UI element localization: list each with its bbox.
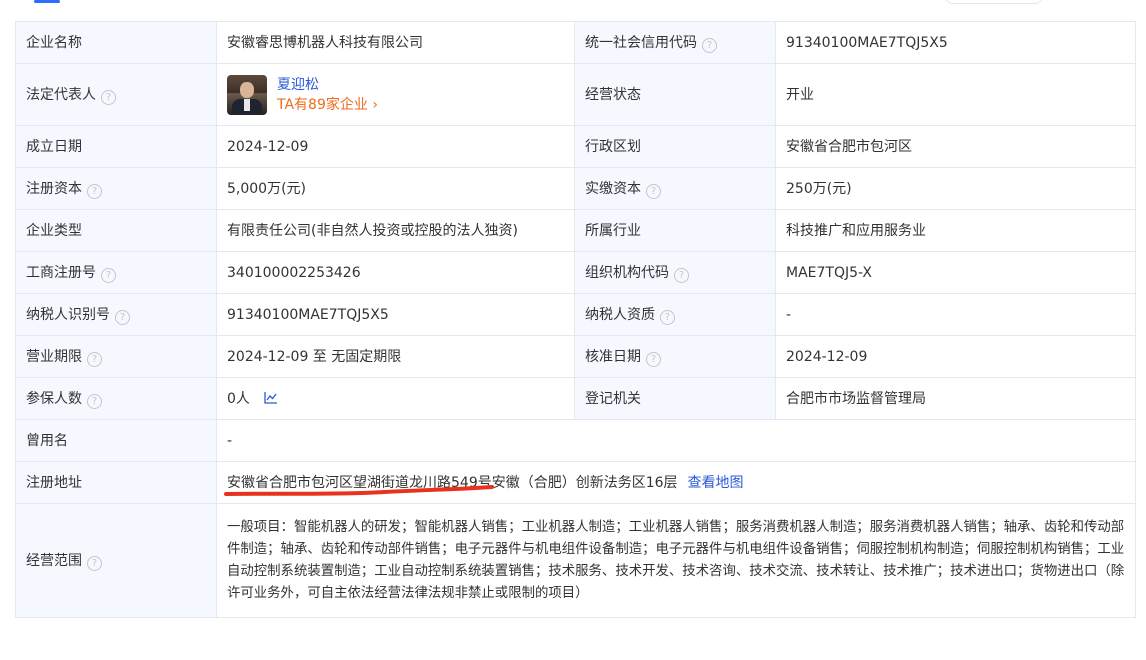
label-registration-number: 工商注册号? (15, 251, 217, 294)
help-icon[interactable]: ? (101, 267, 116, 283)
value-former-name: - (216, 419, 1136, 462)
help-icon[interactable]: ? (101, 89, 116, 105)
label-former-name: 曾用名 (15, 419, 217, 462)
help-icon[interactable]: ? (646, 351, 661, 367)
table-row: 曾用名 - (15, 419, 1136, 462)
related-companies-link[interactable]: TA有89家企业 › (277, 95, 378, 115)
value-company-name: 安徽睿思博机器人科技有限公司 (216, 21, 575, 64)
label-org-code: 组织机构代码? (574, 251, 776, 294)
value-paid-in-capital: 250万(元) (775, 167, 1136, 210)
value-approval-date: 2024-12-09 (775, 335, 1136, 378)
label-insured-count: 参保人数? (15, 377, 217, 420)
trend-chart-icon[interactable] (264, 391, 278, 404)
value-insured-count: 0人 (216, 377, 575, 420)
help-icon[interactable]: ? (646, 183, 661, 199)
help-icon[interactable]: ? (87, 555, 102, 571)
help-icon[interactable]: ? (660, 309, 675, 325)
help-icon[interactable]: ? (87, 393, 102, 409)
label-business-status: 经营状态 (574, 63, 776, 126)
table-row: 注册地址 安徽省合肥市包河区望湖街道龙川路549号安徽（合肥）创新法务区16层查… (15, 461, 1136, 504)
table-row: 企业名称 安徽睿思博机器人科技有限公司 统一社会信用代码? 91340100MA… (15, 21, 1136, 64)
active-tab-indicator (34, 0, 60, 3)
table-row: 成立日期 2024-12-09 行政区划 安徽省合肥市包河区 (15, 125, 1136, 168)
label-business-term: 营业期限? (15, 335, 217, 378)
avatar[interactable] (227, 74, 267, 115)
value-taxpayer-id: 91340100MAE7TQJ5X5 (216, 293, 575, 336)
table-row: 参保人数? 0人 登记机关 合肥市市场监督管理局 (15, 377, 1136, 420)
label-registered-capital: 注册资本? (15, 167, 217, 210)
value-company-type: 有限责任公司(非自然人投资或控股的法人独资) (216, 209, 575, 252)
value-legal-rep: 夏迎松 TA有89家企业 › (216, 63, 575, 126)
label-taxpayer-id: 纳税人识别号? (15, 293, 217, 336)
label-established-date: 成立日期 (15, 125, 217, 168)
table-row: 工商注册号? 340100002253426 组织机构代码? MAE7TQJ5-… (15, 251, 1136, 294)
label-registered-address: 注册地址 (15, 461, 217, 504)
value-taxpayer-qualification: - (775, 293, 1136, 336)
label-industry: 所属行业 (574, 209, 776, 252)
legal-rep-name-link[interactable]: 夏迎松 (277, 75, 378, 95)
value-registration-number: 340100002253426 (216, 251, 575, 294)
help-icon[interactable]: ? (87, 183, 102, 199)
view-map-link[interactable]: 查看地图 (688, 475, 744, 491)
value-industry: 科技推广和应用服务业 (775, 209, 1136, 252)
help-icon[interactable]: ? (87, 351, 102, 367)
value-registration-authority: 合肥市市场监督管理局 (775, 377, 1136, 420)
red-handwritten-underline (224, 485, 494, 496)
table-row: 经营范围? 一般项目：智能机器人的研发；智能机器人销售；工业机器人制造；工业机器… (15, 503, 1136, 618)
label-legal-rep: 法定代表人? (15, 63, 217, 126)
table-row: 法定代表人? 夏迎松 TA有89家企业 › 经营状态 开业 (15, 63, 1136, 126)
label-paid-in-capital: 实缴资本? (574, 167, 776, 210)
label-taxpayer-qualification: 纳税人资质? (574, 293, 776, 336)
value-business-term: 2024-12-09 至 无固定期限 (216, 335, 575, 378)
label-business-scope: 经营范围? (15, 503, 217, 618)
help-icon[interactable]: ? (702, 37, 717, 53)
table-row: 营业期限? 2024-12-09 至 无固定期限 核准日期? 2024-12-0… (15, 335, 1136, 378)
value-org-code: MAE7TQJ5-X (775, 251, 1136, 294)
table-row: 企业类型 有限责任公司(非自然人投资或控股的法人独资) 所属行业 科技推广和应用… (15, 209, 1136, 252)
label-registration-authority: 登记机关 (574, 377, 776, 420)
label-approval-date: 核准日期? (574, 335, 776, 378)
value-registered-capital: 5,000万(元) (216, 167, 575, 210)
value-established-date: 2024-12-09 (216, 125, 575, 168)
value-credit-code: 91340100MAE7TQJ5X5 (775, 21, 1136, 64)
label-credit-code: 统一社会信用代码? (574, 21, 776, 64)
value-business-scope: 一般项目：智能机器人的研发；智能机器人销售；工业机器人制造；工业机器人销售；服务… (216, 503, 1136, 618)
value-admin-division: 安徽省合肥市包河区 (775, 125, 1136, 168)
chevron-right-icon: › (372, 96, 378, 113)
help-icon[interactable]: ? (115, 309, 130, 325)
table-row: 注册资本? 5,000万(元) 实缴资本? 250万(元) (15, 167, 1136, 210)
label-admin-division: 行政区划 (574, 125, 776, 168)
top-search-box-edge (945, 0, 1043, 4)
value-business-status: 开业 (775, 63, 1136, 126)
help-icon[interactable]: ? (674, 267, 689, 283)
label-company-type: 企业类型 (15, 209, 217, 252)
label-company-name: 企业名称 (15, 21, 217, 64)
business-info-table: 企业名称 安徽睿思博机器人科技有限公司 统一社会信用代码? 91340100MA… (15, 21, 1136, 618)
table-row: 纳税人识别号? 91340100MAE7TQJ5X5 纳税人资质? - (15, 293, 1136, 336)
